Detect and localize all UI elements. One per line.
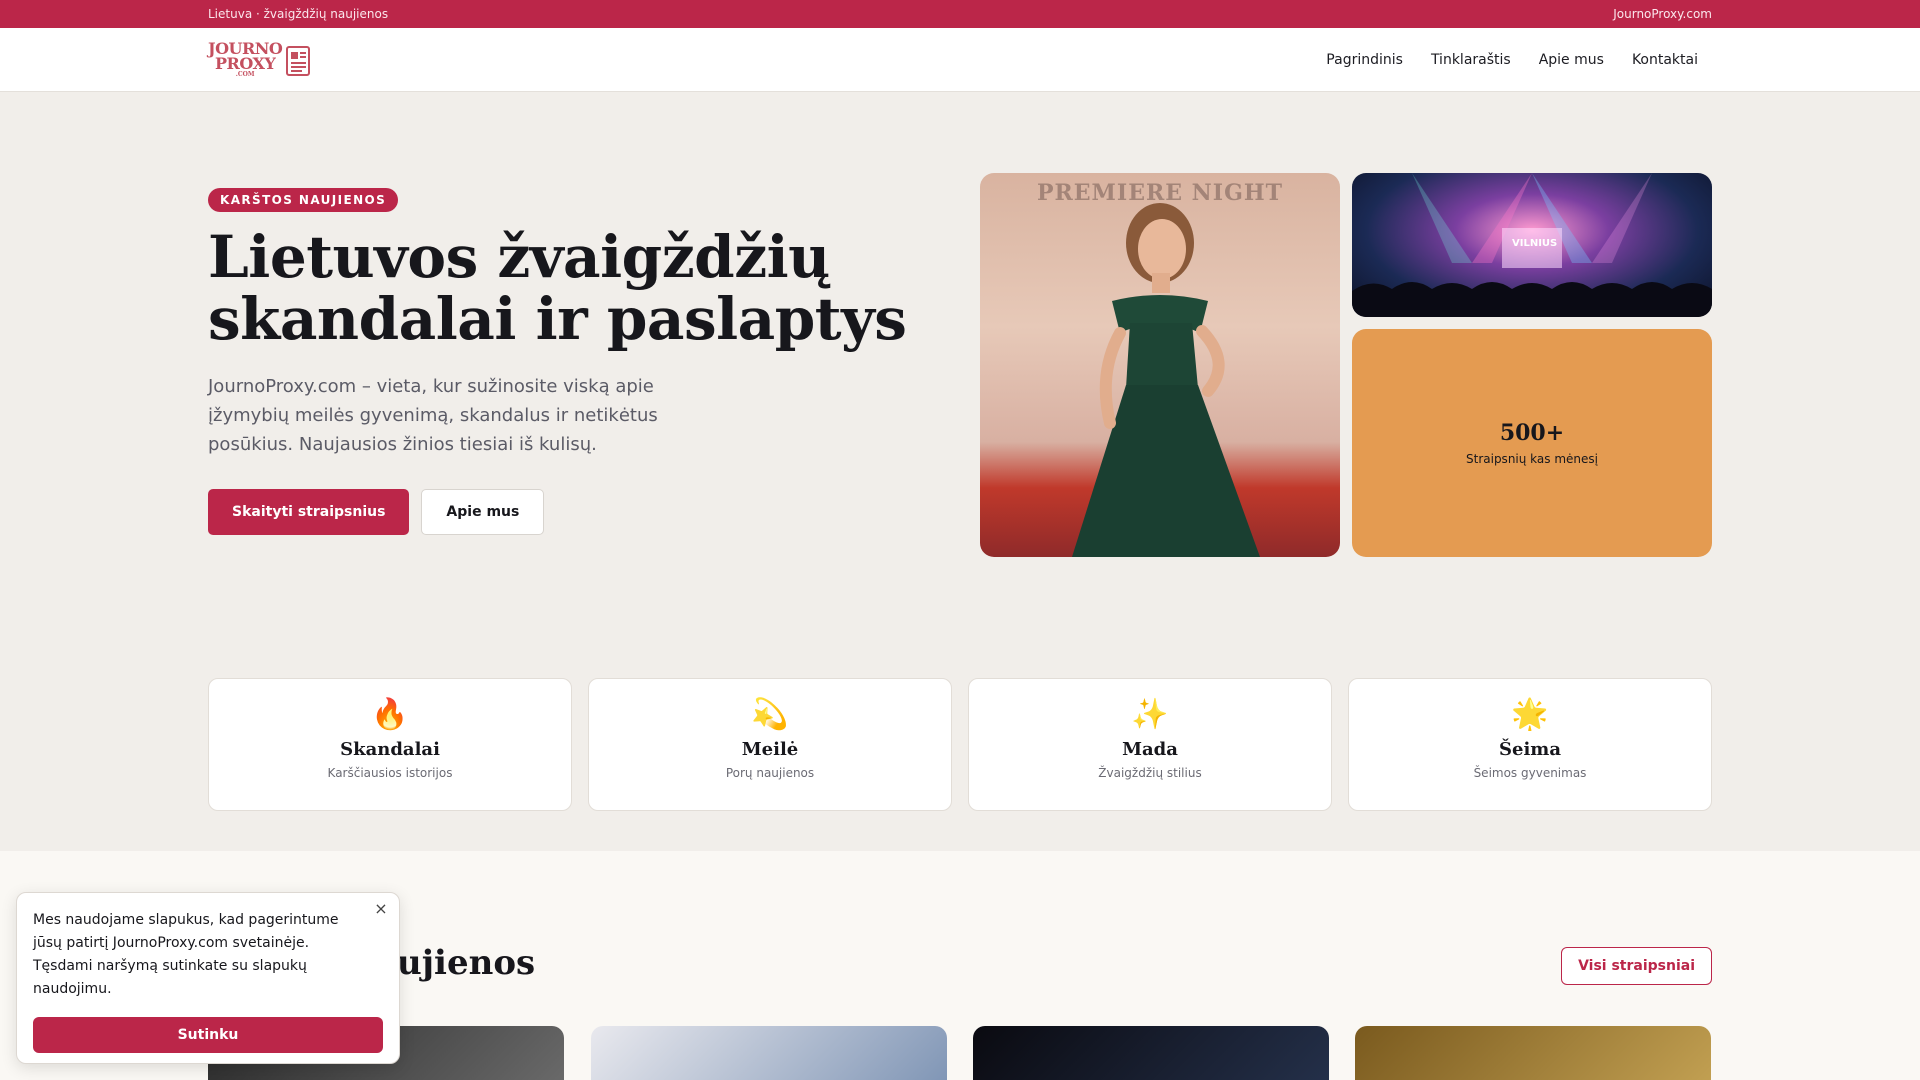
cookie-message: Mes naudojame slapukus, kad pagerintume …: [33, 912, 339, 997]
about-us-button[interactable]: Apie mus: [421, 489, 545, 535]
site-logo[interactable]: JOURNO PROXY .COM: [208, 41, 312, 78]
article-card-thumbnail[interactable]: [973, 1026, 1329, 1080]
category-card-family[interactable]: 🌟 Šeima Šeimos gyvenimas: [1348, 678, 1712, 811]
category-name: Skandalai: [340, 739, 440, 760]
hot-news-badge: KARŠTOS NAUJIENOS: [208, 188, 399, 212]
category-name: Meilė: [741, 739, 799, 760]
category-cards: 🔥 Skandalai Karščiausios istorijos 💫 Mei…: [208, 678, 1712, 811]
stat-label: Straipsnių kas mėnesį: [1466, 452, 1598, 466]
close-icon[interactable]: ×: [371, 899, 391, 919]
nav-item-contacts[interactable]: Kontaktai: [1618, 44, 1712, 76]
category-subtitle: Žvaigždžių stilius: [1098, 766, 1202, 780]
hero-description: JournoProxy.com – vieta, kur sužinosite …: [208, 376, 658, 455]
all-articles-button[interactable]: Visi straipsniai: [1561, 947, 1712, 985]
concert-screen-text: VILNIUS: [1512, 238, 1558, 249]
nav-item-home[interactable]: Pagrindinis: [1312, 44, 1417, 76]
main-nav: Pagrindinis Tinklaraštis Apie mus Kontak…: [1312, 44, 1712, 76]
woman-in-green-dress-figure: [1072, 203, 1260, 557]
hero-section: KARŠTOS NAUJIENOS Lietuvos žvaigždžių sk…: [0, 92, 1920, 620]
concert-stage-image: VILNIUS: [1352, 173, 1712, 317]
accept-cookies-button[interactable]: Sutinku: [33, 1017, 383, 1053]
cookie-banner: × Mes naudojame slapukus, kad pagerintum…: [16, 892, 400, 1064]
top-bar-region-text: Lietuva · žvaigždžių naujienos: [208, 7, 389, 21]
category-subtitle: Šeimos gyvenimas: [1473, 766, 1587, 780]
category-name: Mada: [1122, 739, 1178, 760]
hero-buttons: Skaityti straipsnius Apie mus: [208, 489, 908, 535]
category-card-scandals[interactable]: 🔥 Skandalai Karščiausios istorijos: [208, 678, 572, 811]
article-card-thumbnail[interactable]: [591, 1026, 947, 1080]
category-subtitle: Porų naujienos: [725, 766, 815, 780]
monthly-articles-stat: 500+ Straipsnių kas mėnesį: [1352, 329, 1712, 557]
glowing-star-icon: 🌟: [1511, 697, 1549, 732]
dizzy-star-icon: 💫: [751, 697, 789, 732]
sparkles-icon: ✨: [1131, 697, 1169, 732]
category-card-fashion[interactable]: ✨ Mada Žvaigždžių stilius: [968, 678, 1332, 811]
site-header: JOURNO PROXY .COM Pagrindinis Tinklarašt…: [0, 28, 1920, 92]
actress-red-carpet-image: PREMIERE NIGHT: [980, 173, 1340, 557]
hero-text: KARŠTOS NAUJIENOS Lietuvos žvaigždžių sk…: [208, 188, 908, 535]
logo-wordmark: JOURNO PROXY .COM: [208, 39, 283, 79]
category-card-love[interactable]: 💫 Meilė Porų naujienos: [588, 678, 952, 811]
top-bar-site-name: JournoProxy.com: [1613, 7, 1712, 21]
nav-item-blog[interactable]: Tinklaraštis: [1417, 44, 1525, 76]
newspaper-icon: [286, 45, 311, 76]
hero-title: Lietuvos žvaigždžių skandalai ir paslapt…: [208, 223, 907, 353]
read-articles-button[interactable]: Skaityti straipsnius: [208, 489, 410, 535]
stat-number: 500+: [1499, 420, 1565, 446]
article-card-thumbnail[interactable]: [1355, 1026, 1711, 1080]
top-bar: Lietuva · žvaigždžių naujienos JournoPro…: [0, 0, 1920, 28]
fire-icon: 🔥: [371, 697, 409, 732]
category-name: Šeima: [1499, 739, 1561, 760]
nav-item-about[interactable]: Apie mus: [1525, 44, 1618, 76]
category-subtitle: Karščiausios istorijos: [327, 766, 453, 780]
